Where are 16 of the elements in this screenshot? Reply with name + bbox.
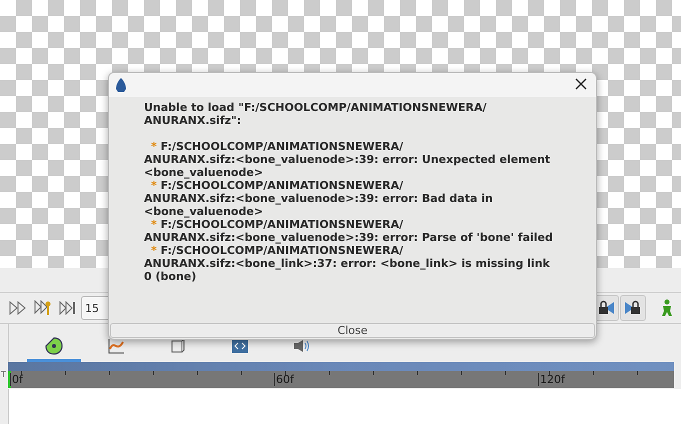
error-message: * F:/SCHOOLCOMP/ANIMATIONSNEWERA/ ANURANX.sifz:<bone_valuenode>:39: error: Bad data in <bone_valuenode> [144, 179, 494, 218]
lock-right-icon[interactable] [620, 295, 646, 321]
close-icon[interactable] [574, 77, 588, 91]
time-label: 120f [538, 373, 565, 386]
gauge-icon [45, 336, 63, 354]
curve-icon [107, 336, 125, 354]
app-icon [116, 78, 126, 92]
time-label: 60f [274, 373, 294, 386]
error-heading: Unable to load "F:/SCHOOLCOMP/ANIMATIONSNEWERA/ ANURANX.sifz": [144, 101, 488, 127]
error-message: * F:/SCHOOLCOMP/ANIMATIONSNEWERA/ ANURANX.sifz:<bone_valuenode>:39: error: Unexpected element <bone_valuenode> [144, 140, 552, 179]
error-message: * F:/SCHOOLCOMP/ANIMATIONSNEWERA/ ANURANX.sifz:<bone_valuenode>:39: error: Parse of 'bone' failed [144, 218, 554, 244]
error-message: * F:/SCHOOLCOMP/ANIMATIONSNEWERA/ ANURANX.sifz:<bone_link>:37: error: <bone_link> is missing link 0 (bone) [144, 244, 551, 283]
close-button[interactable]: Close [110, 323, 595, 338]
side-label: T [0, 369, 7, 381]
time-label: 0f [10, 373, 23, 386]
speaker-icon [293, 338, 311, 352]
